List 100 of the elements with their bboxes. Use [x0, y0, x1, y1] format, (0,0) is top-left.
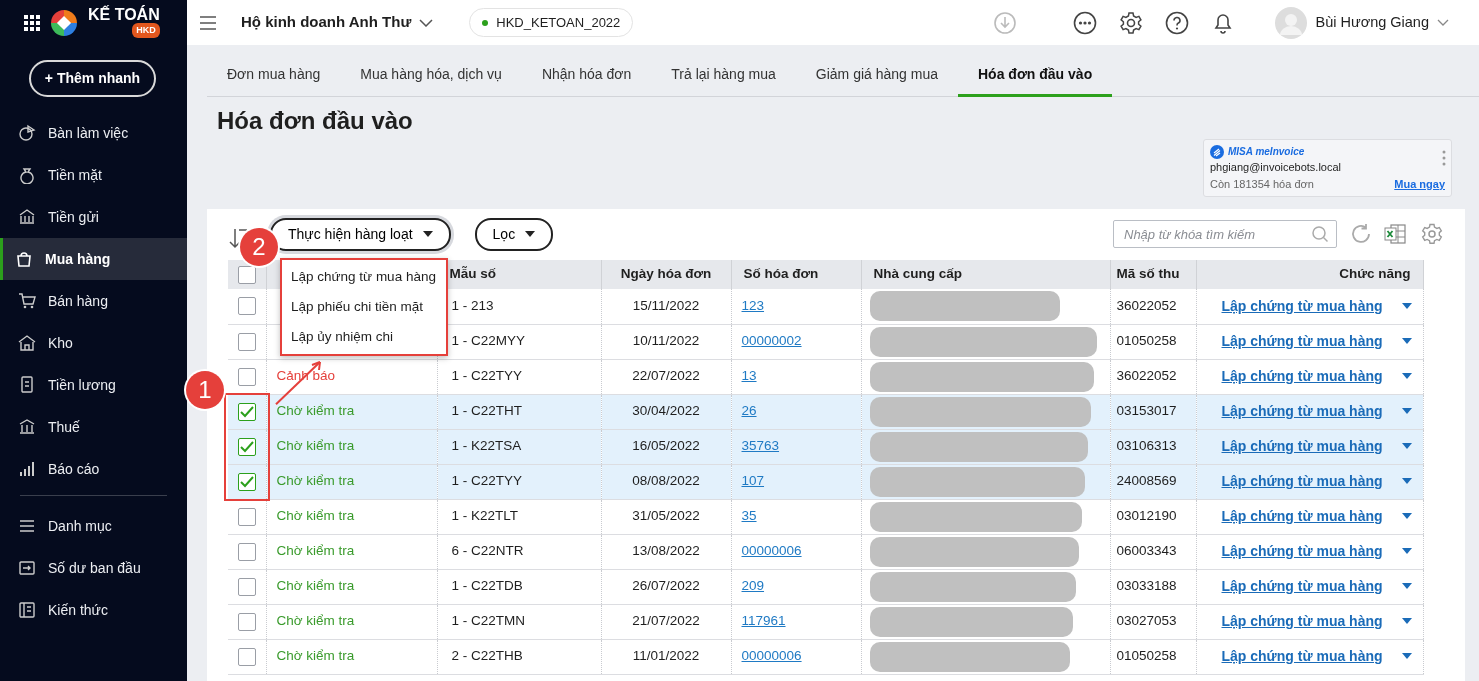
tab[interactable]: Đơn mua hàng	[207, 55, 341, 97]
caret-down-icon[interactable]	[1401, 443, 1412, 450]
caret-down-icon[interactable]	[1401, 548, 1412, 555]
sidebar-item[interactable]: Kiến thức	[0, 589, 187, 631]
sidebar-item[interactable]: Bán hàng	[0, 280, 187, 322]
company-selector[interactable]: Hộ kinh doanh Anh Thư	[241, 11, 434, 34]
tab[interactable]: Nhận hóa đơn	[521, 55, 652, 97]
table-cell: 31/05/2022	[632, 508, 700, 524]
checkbox[interactable]	[238, 612, 256, 631]
checkbox[interactable]	[238, 437, 256, 456]
filter-button[interactable]: Lọc	[474, 217, 554, 251]
caret-down-icon[interactable]	[1401, 583, 1412, 590]
sidebar-item[interactable]: Thuế	[0, 406, 187, 448]
table-cell: 26/07/2022	[632, 578, 700, 594]
book-icon	[18, 601, 36, 619]
checkbox[interactable]	[238, 402, 256, 421]
status-text: Chờ kiểm tra	[276, 578, 355, 594]
payroll-icon	[18, 376, 36, 394]
table-cell: 36022052	[1116, 298, 1177, 314]
caret-down-icon[interactable]	[1401, 513, 1412, 520]
logo-badge: HKD	[132, 22, 160, 39]
caret-down-icon	[525, 231, 536, 237]
caret-down-icon[interactable]	[1401, 653, 1412, 660]
checkbox[interactable]	[238, 297, 256, 316]
tab[interactable]: Hóa đơn đầu vào	[958, 55, 1113, 97]
sidebar-item[interactable]: Tiền mặt	[0, 154, 187, 196]
menu-item[interactable]: Lập ủy nhiệm chi	[282, 322, 446, 353]
list-icon	[18, 517, 36, 535]
action-link[interactable]: Lập chứng từ mua hàng	[1221, 508, 1383, 525]
tab[interactable]: Trả lại hàng mua	[651, 55, 796, 97]
column-header: Mẫu số	[449, 266, 496, 282]
invoice-number-link[interactable]: 107	[741, 473, 765, 489]
quick-add-button[interactable]: + Thêm nhanh	[29, 60, 156, 97]
table-cell: 03012190	[1116, 508, 1177, 524]
action-link[interactable]: Lập chứng từ mua hàng	[1221, 578, 1383, 595]
table-cell: 1 - C22TMN	[451, 613, 525, 629]
tab[interactable]: Giảm giá hàng mua	[795, 55, 958, 97]
search-icon	[1311, 225, 1329, 243]
invoice-number-link[interactable]: 13	[741, 368, 757, 384]
invoice-number-link[interactable]: 00000002	[741, 333, 802, 349]
caret-down-icon[interactable]	[1401, 373, 1412, 380]
help-icon[interactable]	[1165, 10, 1190, 35]
action-link[interactable]: Lập chứng từ mua hàng	[1221, 333, 1383, 350]
excel-icon[interactable]	[1383, 222, 1407, 246]
tab[interactable]: Mua hàng hóa, dịch vụ	[340, 55, 522, 97]
table-cell: 1 - C22TDB	[451, 578, 523, 594]
checkbox[interactable]	[238, 577, 256, 596]
caret-down-icon[interactable]	[1401, 338, 1412, 345]
invoice-number-link[interactable]: 26	[741, 403, 757, 419]
checkbox[interactable]	[238, 472, 256, 491]
logo-icon	[50, 8, 78, 37]
sidebar-item[interactable]: Danh mục	[0, 505, 187, 547]
sort-icon[interactable]	[228, 227, 248, 249]
sidebar-item[interactable]: Tiền gửi	[0, 196, 187, 238]
apps-icon[interactable]	[24, 14, 40, 31]
caret-down-icon[interactable]	[1401, 303, 1412, 310]
action-link[interactable]: Lập chứng từ mua hàng	[1221, 297, 1383, 315]
invoice-number-link[interactable]: 209	[741, 578, 765, 594]
table-cell: 21/07/2022	[632, 613, 700, 629]
sidebar-item[interactable]: Tiền lương	[0, 364, 187, 406]
search-field[interactable]: Nhập từ khóa tìm kiếm	[1113, 220, 1337, 248]
invoice-number-link[interactable]: 123	[741, 298, 765, 314]
action-link[interactable]: Lập chứng từ mua hàng	[1221, 613, 1383, 630]
table-cell: 03153017	[1116, 403, 1177, 419]
table-cell: 22/07/2022	[632, 368, 700, 384]
invoice-number-link[interactable]: 00000006	[741, 543, 802, 559]
column-header: Ngày hóa đơn	[620, 266, 712, 282]
sidebar-item[interactable]: Báo cáo	[0, 448, 187, 490]
action-link[interactable]: Lập chứng từ mua hàng	[1221, 368, 1383, 385]
caret-down-icon[interactable]	[1401, 478, 1412, 485]
buy-now-link[interactable]: Mua ngay	[1394, 175, 1445, 192]
status-text: Chờ kiểm tra	[276, 508, 355, 524]
action-link[interactable]: Lập chứng từ mua hàng	[1221, 543, 1383, 560]
checkbox[interactable]	[238, 332, 256, 351]
checkbox[interactable]	[238, 367, 256, 386]
action-link[interactable]: Lập chứng từ mua hàng	[1221, 648, 1383, 665]
kebab-icon[interactable]	[1442, 150, 1446, 166]
settings-icon[interactable]	[1119, 10, 1144, 35]
invoice-number-link[interactable]: 35	[741, 508, 757, 524]
menu-item[interactable]: Lập chứng từ mua hàng	[282, 261, 446, 292]
bulk-action-button[interactable]: Thực hiện hàng loạt	[270, 217, 451, 251]
invoice-number-link[interactable]: 117961	[741, 613, 786, 629]
caret-down-icon[interactable]	[1401, 408, 1412, 415]
checkbox[interactable]	[238, 507, 256, 526]
refresh-icon[interactable]	[1349, 222, 1373, 246]
menu-icon[interactable]	[199, 14, 217, 31]
user-menu[interactable]: Bùi Hương Giang	[1275, 6, 1449, 39]
caret-down-icon[interactable]	[1401, 618, 1412, 625]
menu-item[interactable]: Lập phiếu chi tiền mặt	[282, 291, 446, 322]
sidebar-item[interactable]: Số dư ban đầu	[0, 547, 187, 589]
checkbox[interactable]	[238, 265, 256, 284]
more-icon[interactable]	[1073, 10, 1098, 35]
checkbox[interactable]	[238, 542, 256, 561]
sidebar-item[interactable]: Bàn làm việc	[0, 112, 187, 154]
sidebar-item[interactable]: Kho	[0, 322, 187, 364]
checkbox[interactable]	[238, 647, 256, 666]
sidebar-item[interactable]: Mua hàng	[0, 238, 187, 280]
table-cell: 1 - K22TSA	[451, 438, 522, 454]
invoice-number-link[interactable]: 00000006	[741, 648, 802, 664]
invoice-number-link[interactable]: 35763	[741, 438, 780, 454]
